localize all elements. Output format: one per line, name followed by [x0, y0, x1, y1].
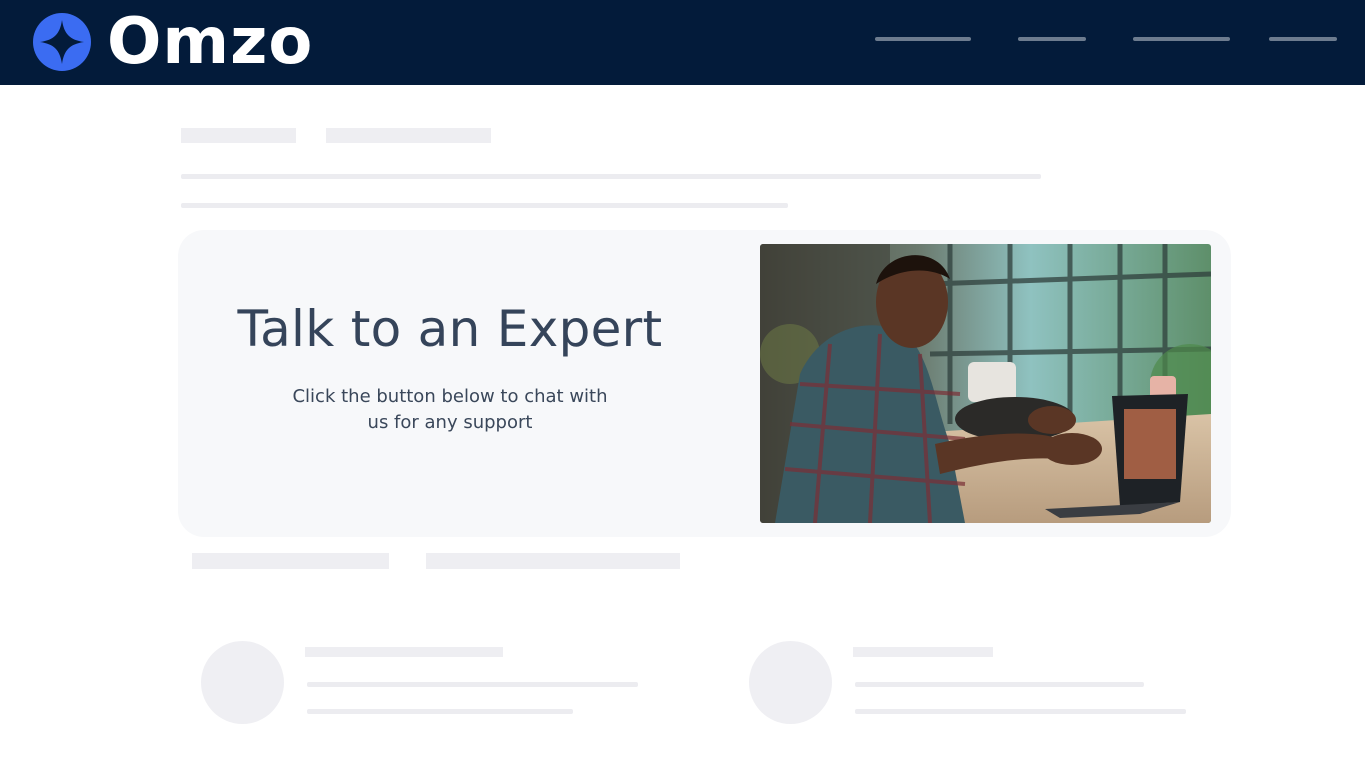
- skeleton-line: [181, 174, 1041, 179]
- nav-link-placeholder-2[interactable]: [1018, 37, 1086, 41]
- nav-link-placeholder-4[interactable]: [1269, 37, 1337, 41]
- person-on-video-call-image: [760, 244, 1211, 523]
- card-subtitle: Click the button below to chat with us f…: [292, 386, 608, 433]
- card-title: Talk to an Expert: [237, 300, 663, 358]
- avatar-placeholder: [749, 641, 832, 724]
- skeleton-line: [855, 709, 1186, 714]
- skeleton-line: [307, 709, 573, 714]
- brand-name: Omzo: [107, 5, 314, 79]
- nav-link-placeholder-1[interactable]: [875, 37, 971, 41]
- skeleton-line: [305, 647, 503, 657]
- omzo-logo-icon: [33, 13, 91, 71]
- skeleton-line: [181, 203, 788, 208]
- skeleton-block: [426, 553, 680, 569]
- skeleton-line: [307, 682, 638, 687]
- skeleton-block: [326, 128, 491, 143]
- skeleton-line: [853, 647, 993, 657]
- avatar-placeholder: [201, 641, 284, 724]
- skeleton-block: [181, 128, 296, 143]
- top-navigation-bar: Omzo: [0, 0, 1365, 85]
- nav-link-placeholder-3[interactable]: [1133, 37, 1230, 41]
- skeleton-block: [192, 553, 389, 569]
- brand-logo[interactable]: Omzo: [33, 5, 314, 79]
- skeleton-line: [855, 682, 1144, 687]
